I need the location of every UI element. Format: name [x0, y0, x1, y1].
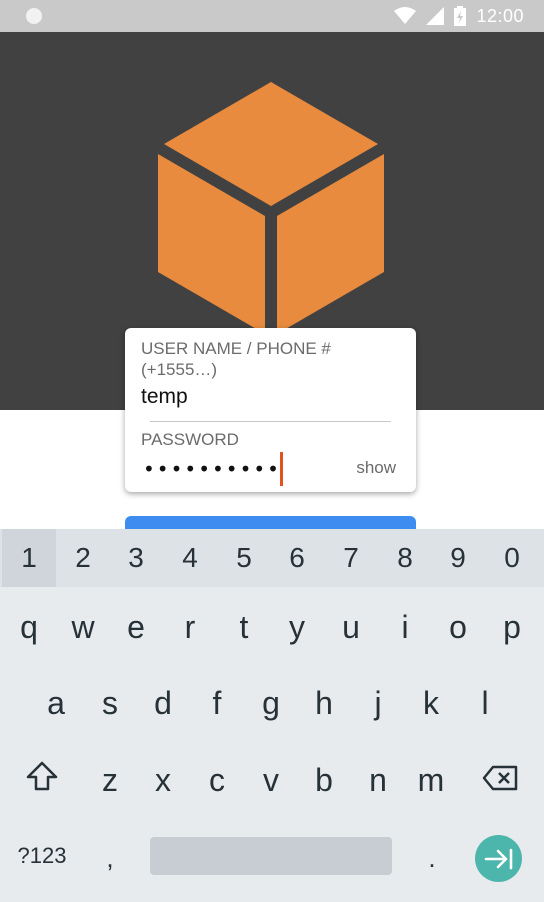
- key-1[interactable]: 1: [2, 529, 56, 587]
- key-3[interactable]: 3: [109, 529, 163, 587]
- key-o[interactable]: o: [431, 591, 485, 663]
- key-v[interactable]: v: [244, 744, 298, 816]
- shift-key[interactable]: [15, 761, 69, 801]
- username-field[interactable]: temp: [141, 385, 188, 409]
- signal-icon: [426, 7, 445, 25]
- username-label: USER NAME / PHONE # (+1555…): [141, 339, 331, 379]
- key-4[interactable]: 4: [163, 529, 217, 587]
- key-y[interactable]: y: [270, 591, 324, 663]
- key-f[interactable]: f: [190, 667, 244, 739]
- password-field[interactable]: ••••••••••: [143, 457, 281, 481]
- key-s[interactable]: s: [83, 667, 137, 739]
- key-e[interactable]: e: [109, 591, 163, 663]
- key-j[interactable]: j: [351, 667, 405, 739]
- cube-logo-icon: [158, 82, 384, 334]
- shift-icon: [26, 761, 58, 791]
- space-bar[interactable]: [150, 837, 392, 875]
- key-d[interactable]: d: [136, 667, 190, 739]
- key-i[interactable]: i: [378, 591, 432, 663]
- comma-key[interactable]: ,: [84, 836, 136, 880]
- key-x[interactable]: x: [136, 744, 190, 816]
- key-7[interactable]: 7: [324, 529, 378, 587]
- key-c[interactable]: c: [190, 744, 244, 816]
- key-a[interactable]: a: [29, 667, 83, 739]
- text-caret: [280, 452, 283, 486]
- key-0[interactable]: 0: [485, 529, 539, 587]
- notification-dot-icon: [26, 8, 42, 24]
- login-card: USER NAME / PHONE # (+1555…) temp PASSWO…: [125, 328, 416, 492]
- key-b[interactable]: b: [297, 744, 351, 816]
- key-g[interactable]: g: [244, 667, 298, 739]
- key-5[interactable]: 5: [217, 529, 271, 587]
- backspace-key[interactable]: [476, 765, 524, 801]
- key-m[interactable]: m: [404, 744, 458, 816]
- key-8[interactable]: 8: [378, 529, 432, 587]
- key-k[interactable]: k: [404, 667, 458, 739]
- enter-key[interactable]: [475, 835, 522, 882]
- key-w[interactable]: w: [56, 591, 110, 663]
- number-row: 1 2 3 4 5 6 7 8 9 0: [0, 529, 544, 587]
- key-r[interactable]: r: [163, 591, 217, 663]
- backspace-icon: [482, 765, 518, 791]
- next-field-icon: [484, 848, 512, 869]
- wifi-icon: [394, 7, 417, 24]
- key-h[interactable]: h: [297, 667, 351, 739]
- key-p[interactable]: p: [485, 591, 539, 663]
- show-password-button[interactable]: show: [356, 458, 396, 478]
- key-l[interactable]: l: [458, 667, 512, 739]
- symbols-key[interactable]: ?123: [2, 836, 82, 876]
- key-t[interactable]: t: [217, 591, 271, 663]
- status-icons: 12:00: [394, 4, 524, 28]
- key-6[interactable]: 6: [270, 529, 324, 587]
- key-u[interactable]: u: [324, 591, 378, 663]
- password-label: PASSWORD: [141, 430, 239, 449]
- key-n[interactable]: n: [351, 744, 405, 816]
- login-button[interactable]: [125, 516, 416, 530]
- field-divider: [150, 421, 391, 422]
- status-bar: 12:00: [0, 0, 544, 32]
- key-q[interactable]: q: [2, 591, 56, 663]
- key-z[interactable]: z: [83, 744, 137, 816]
- battery-icon: [454, 6, 467, 26]
- key-2[interactable]: 2: [56, 529, 110, 587]
- period-key[interactable]: .: [406, 836, 458, 880]
- clock: 12:00: [476, 5, 524, 26]
- keyboard: 1 2 3 4 5 6 7 8 9 0 q w e r t y u i o p …: [0, 529, 544, 902]
- key-9[interactable]: 9: [431, 529, 485, 587]
